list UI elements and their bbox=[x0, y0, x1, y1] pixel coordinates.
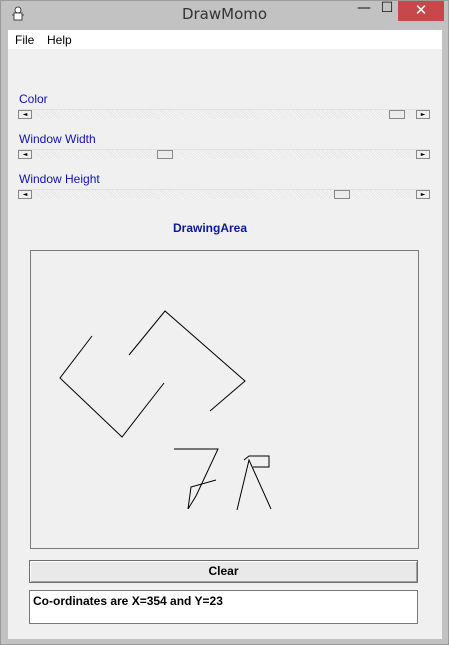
window-width-label: Window Width bbox=[19, 132, 96, 146]
window-width-scroll-thumb[interactable] bbox=[157, 150, 173, 159]
minimize-button[interactable]: — bbox=[351, 0, 377, 21]
maximize-button[interactable]: ☐ bbox=[377, 0, 397, 21]
close-button[interactable]: ✕ bbox=[398, 1, 444, 21]
close-icon: ✕ bbox=[414, 1, 428, 19]
scroll-left-icon[interactable]: ◄ bbox=[18, 190, 32, 199]
minimize-icon: — bbox=[357, 0, 371, 16]
menu-file[interactable]: File bbox=[15, 33, 34, 47]
color-label: Color bbox=[19, 92, 48, 106]
drawing-strokes bbox=[59, 310, 272, 511]
scroll-right-icon[interactable]: ► bbox=[416, 110, 430, 119]
coordinates-text: Co-ordinates are X=354 and Y=23 bbox=[33, 594, 223, 608]
scroll-left-icon[interactable]: ◄ bbox=[18, 150, 32, 159]
scroll-right-icon[interactable]: ► bbox=[416, 190, 430, 199]
maximize-icon: ☐ bbox=[380, 0, 394, 16]
stroke-path bbox=[128, 310, 246, 412]
drawing-area-title: DrawingArea bbox=[172, 221, 248, 235]
clear-button[interactable]: Clear bbox=[29, 560, 418, 583]
menu-bar: File Help bbox=[8, 30, 442, 49]
window-width-scrollbar[interactable]: ◄ ► bbox=[18, 149, 430, 159]
coordinates-display: Co-ordinates are X=354 and Y=23 bbox=[29, 590, 418, 624]
client-area: Color ◄ ► Window Width ◄ ► Window Height… bbox=[8, 49, 442, 639]
stroke-path bbox=[59, 335, 165, 438]
scroll-right-icon[interactable]: ► bbox=[416, 150, 430, 159]
window-height-label: Window Height bbox=[19, 172, 100, 186]
color-scrollbar[interactable]: ◄ ► bbox=[18, 109, 430, 119]
window-height-scroll-thumb[interactable] bbox=[334, 190, 350, 199]
app-window: DrawMomo — ☐ ✕ File Help Color ◄ ► Windo… bbox=[0, 0, 449, 645]
stroke-path bbox=[174, 448, 219, 510]
color-scroll-thumb[interactable] bbox=[389, 110, 405, 119]
drawing-canvas[interactable] bbox=[30, 250, 419, 549]
scroll-left-icon[interactable]: ◄ bbox=[18, 110, 32, 119]
title-bar[interactable]: DrawMomo — ☐ ✕ bbox=[1, 0, 448, 30]
menu-help[interactable]: Help bbox=[47, 33, 72, 47]
window-height-scrollbar[interactable]: ◄ ► bbox=[18, 189, 430, 199]
